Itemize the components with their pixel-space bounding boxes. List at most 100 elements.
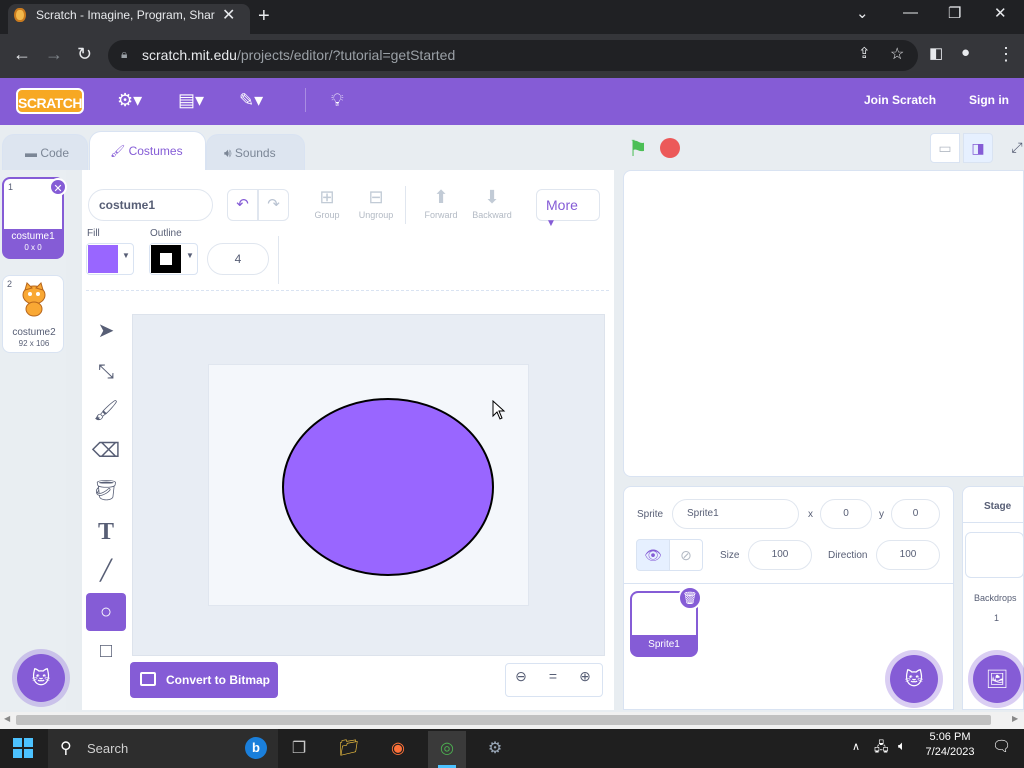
tutorials-lightbulb-icon[interactable]: 💡︎ bbox=[331, 90, 344, 111]
restore-icon[interactable]: ❐ bbox=[948, 4, 961, 22]
image-plus-icon: 🖼︎ bbox=[985, 669, 1009, 689]
fullscreen-icon[interactable]: ⤢ bbox=[1002, 133, 1024, 163]
forward-button[interactable]: ⬆ Forward bbox=[421, 187, 461, 220]
outline-label: Outline bbox=[150, 228, 182, 239]
stop-sign-icon[interactable] bbox=[660, 138, 680, 158]
group-button[interactable]: ⊞ Group bbox=[307, 187, 347, 220]
direction-input[interactable]: 100 bbox=[876, 540, 940, 570]
show-sprite-eye-icon[interactable]: 👁︎ bbox=[636, 539, 670, 571]
more-button[interactable]: More ▼ bbox=[536, 189, 600, 229]
circle-tool[interactable]: ○ bbox=[86, 593, 126, 631]
select-tool[interactable]: ➤ bbox=[86, 312, 126, 350]
costume-name-input[interactable]: costume1 bbox=[88, 189, 213, 221]
notifications-icon[interactable]: 🗨︎ bbox=[992, 737, 1011, 755]
lock-icon[interactable]: 🔒︎ bbox=[121, 47, 127, 62]
choose-costume-button[interactable]: 🐱︎ bbox=[17, 654, 65, 702]
line-tool[interactable]: ╱ bbox=[86, 552, 126, 590]
taskbar-search-box[interactable] bbox=[48, 729, 278, 768]
eraser-tool[interactable]: ⌫ bbox=[86, 432, 126, 470]
delete-sprite-trash-icon[interactable]: 🗑︎ bbox=[678, 586, 702, 610]
zoom-out-icon[interactable]: ⊖ bbox=[506, 668, 536, 685]
file-explorer-icon[interactable]: 📁︎ bbox=[332, 735, 366, 763]
text-t-icon: T bbox=[97, 519, 114, 545]
green-flag-icon[interactable]: ⚑ bbox=[628, 136, 648, 162]
close-tab-icon[interactable]: ✕ bbox=[222, 5, 235, 25]
reshape-tool[interactable]: ⤡ bbox=[86, 353, 126, 391]
choose-sprite-button[interactable]: 🐱︎ bbox=[890, 655, 938, 703]
taskbar-clock[interactable]: 5:06 PM 7/24/2023 bbox=[918, 731, 982, 758]
tab-search-chevron-icon[interactable]: ⌄ bbox=[856, 4, 869, 22]
file-menu-icon[interactable]: ▤▾ bbox=[178, 90, 204, 111]
scrollbar-thumb[interactable] bbox=[16, 715, 991, 725]
scroll-right-icon[interactable]: ▶ bbox=[1012, 714, 1018, 723]
delete-costume-icon[interactable]: ✕ bbox=[49, 178, 67, 196]
zoom-in-icon[interactable]: ⊕ bbox=[570, 668, 600, 685]
normal-stage-icon: ◨ bbox=[971, 140, 985, 156]
bing-icon[interactable]: b bbox=[245, 737, 267, 759]
small-stage-button[interactable]: ▭ bbox=[930, 133, 960, 163]
brush-tool[interactable]: 🖌︎ bbox=[86, 392, 126, 430]
text-tool[interactable]: T bbox=[86, 513, 126, 551]
network-icon[interactable]: 🖧︎ bbox=[874, 738, 889, 760]
window-close-icon[interactable]: ✕ bbox=[994, 4, 1007, 22]
scratch-favicon-icon bbox=[14, 8, 26, 22]
cat-plus-icon: 🐱︎ bbox=[904, 669, 924, 689]
redo-button[interactable]: ↷ bbox=[258, 189, 289, 221]
volume-icon[interactable]: 🔈︎ bbox=[898, 738, 906, 754]
size-input[interactable]: 100 bbox=[748, 540, 812, 570]
browser-tab-title[interactable]: Scratch - Imagine, Program, Shar bbox=[36, 8, 216, 22]
costume-item-2[interactable]: 2 costume2 92 x 106 bbox=[2, 275, 64, 353]
browser-menu-icon[interactable]: ⋮ bbox=[997, 44, 1015, 65]
ungroup-icon: ⊟ bbox=[368, 187, 384, 207]
stage-canvas[interactable] bbox=[623, 170, 1024, 477]
undo-button[interactable]: ↶ bbox=[227, 189, 258, 221]
choose-backdrop-button[interactable]: 🖼︎ bbox=[973, 655, 1021, 703]
x-input[interactable]: 0 bbox=[820, 499, 872, 529]
bookmark-star-icon[interactable]: ☆ bbox=[890, 44, 904, 64]
forward-icon[interactable]: → bbox=[45, 44, 63, 65]
task-view-icon[interactable]: ❐ bbox=[282, 735, 316, 763]
profile-icon[interactable]: ● bbox=[961, 44, 970, 61]
fill-picker[interactable]: ▼ bbox=[86, 243, 134, 275]
drawn-ellipse[interactable] bbox=[281, 397, 495, 577]
normal-stage-button[interactable]: ◨ bbox=[963, 133, 993, 163]
settings-gear-icon[interactable]: ⚙▾ bbox=[117, 90, 142, 111]
mouse-cursor-icon bbox=[492, 400, 506, 420]
stroke-width-input[interactable]: 4 bbox=[207, 243, 269, 275]
side-panel-icon[interactable]: ◧ bbox=[929, 44, 943, 62]
tab-costumes[interactable]: 🖌︎ Costumes bbox=[89, 131, 206, 171]
scratch-logo[interactable]: SCRATCH bbox=[16, 88, 84, 114]
ungroup-button[interactable]: ⊟ Ungroup bbox=[356, 187, 396, 220]
zoom-reset-icon[interactable]: = bbox=[538, 668, 568, 684]
url-text[interactable]: scratch.mit.edu/projects/editor/?tutoria… bbox=[142, 47, 455, 63]
rectangle-tool[interactable]: □ bbox=[86, 632, 126, 670]
scroll-left-icon[interactable]: ◀ bbox=[4, 714, 10, 723]
outline-swatch bbox=[151, 245, 181, 273]
show-hidden-icons-chevron[interactable]: ∧ bbox=[852, 740, 860, 753]
back-icon[interactable]: ← bbox=[13, 44, 31, 65]
tab-code[interactable]: ▬ Code bbox=[2, 134, 88, 170]
sign-in-link[interactable]: Sign in bbox=[969, 93, 1009, 107]
tab-sounds[interactable]: 🔊︎ Sounds bbox=[206, 134, 305, 170]
new-tab-icon[interactable]: + bbox=[258, 5, 270, 28]
minimize-icon[interactable]: — bbox=[903, 4, 918, 21]
hide-sprite-eye-slash-icon[interactable]: ⊘ bbox=[669, 539, 703, 571]
share-icon[interactable]: ⇪ bbox=[858, 44, 871, 62]
outline-picker[interactable]: ▼ bbox=[149, 243, 198, 275]
paintbrush-icon: 🖌︎ bbox=[93, 400, 119, 422]
firefox-icon[interactable]: ◉ bbox=[381, 735, 415, 763]
sprite-tile-label: Sprite1 bbox=[648, 639, 680, 650]
fill-tool[interactable]: 🪣︎ bbox=[86, 472, 126, 510]
stage-thumbnail[interactable] bbox=[965, 532, 1024, 578]
sprite-name-input[interactable]: Sprite1 bbox=[672, 499, 799, 529]
join-scratch-link[interactable]: Join Scratch bbox=[864, 93, 936, 107]
brush-icon: 🖌︎ bbox=[110, 144, 126, 158]
windows-start-icon[interactable] bbox=[13, 738, 33, 758]
edit-menu-icon[interactable]: ✎▾ bbox=[239, 90, 263, 111]
settings-app-icon[interactable]: ⚙ bbox=[478, 735, 512, 763]
y-input[interactable]: 0 bbox=[891, 499, 940, 529]
chrome-icon[interactable]: ◎ bbox=[430, 735, 464, 763]
reload-icon[interactable]: ↻ bbox=[77, 44, 92, 65]
line-icon: ╱ bbox=[99, 560, 113, 582]
backward-button[interactable]: ⬇ Backward bbox=[472, 187, 512, 220]
